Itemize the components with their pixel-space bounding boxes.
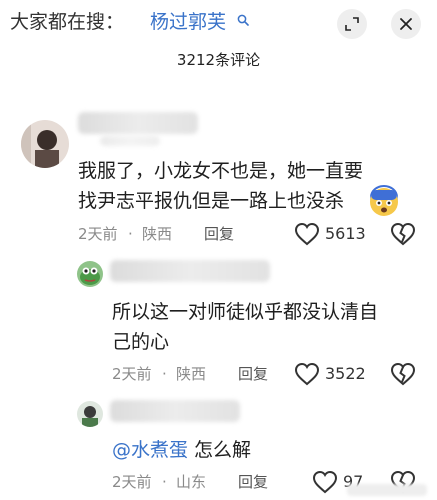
comment-text-line: 所以这一对师徒似乎都没认清自 xyxy=(112,301,379,323)
reply-button[interactable]: 回复 xyxy=(238,364,268,384)
mention-link[interactable]: @水煮蛋 xyxy=(112,439,188,461)
username-blurred[interactable] xyxy=(78,112,198,134)
reply-button[interactable]: 回复 xyxy=(238,472,268,492)
close-icon xyxy=(400,18,412,30)
like-count: 5613 xyxy=(325,224,366,243)
avatar[interactable] xyxy=(77,401,103,427)
expand-button[interactable] xyxy=(337,9,367,39)
comment-location: 山东 xyxy=(176,473,207,491)
comment-time: 2天前 xyxy=(112,473,152,491)
comment-text: @水煮蛋 怎么解 xyxy=(112,435,251,465)
trending-search-label: 大家都在搜： xyxy=(10,11,125,33)
username-blurred[interactable] xyxy=(110,260,270,282)
close-button[interactable] xyxy=(391,9,421,39)
comment-count: 3212条评论 xyxy=(176,51,261,69)
like-count: 3522 xyxy=(325,364,366,383)
broken-heart-icon xyxy=(390,222,416,246)
comment-text-body: 怎么解 xyxy=(188,439,252,461)
user-badge-blurred xyxy=(100,136,160,146)
trending-search-term[interactable]: 杨过郭芙 xyxy=(150,8,226,36)
comment-location: 陕西 xyxy=(176,365,207,383)
like-button[interactable]: 5613 xyxy=(294,220,372,248)
meta-separator: · xyxy=(162,473,167,491)
comment-location: 陕西 xyxy=(142,225,173,243)
comment-time: 2天前 xyxy=(112,365,152,383)
meta-separator: · xyxy=(128,225,133,243)
heart-icon xyxy=(294,362,320,386)
username-blurred[interactable] xyxy=(110,400,240,422)
dislike-button[interactable] xyxy=(390,362,416,386)
dislike-button[interactable] xyxy=(390,222,416,246)
comment-text-line: 找尹志平报仇但是一路上也没杀 xyxy=(78,190,345,212)
scared-emoji-icon xyxy=(368,185,400,217)
broken-heart-icon xyxy=(390,362,416,386)
heart-icon xyxy=(294,222,320,246)
heart-icon xyxy=(312,470,338,494)
expand-icon xyxy=(345,17,359,31)
comment-text-line: 我服了，小龙女不也是，她一直要 xyxy=(78,160,364,182)
avatar[interactable] xyxy=(77,261,103,287)
comment-text-line: 己的心 xyxy=(112,331,170,353)
search-icon[interactable] xyxy=(237,14,249,26)
watermark-blurred xyxy=(347,484,427,496)
meta-separator: · xyxy=(162,365,167,383)
comment-time: 2天前 xyxy=(78,225,118,243)
reply-button[interactable]: 回复 xyxy=(204,224,234,244)
avatar[interactable] xyxy=(21,120,69,168)
like-button[interactable]: 3522 xyxy=(294,360,372,388)
